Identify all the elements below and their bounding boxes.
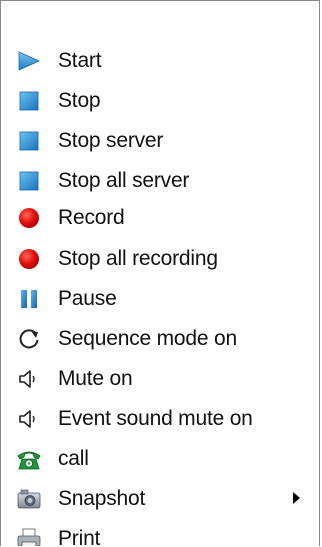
menu-item-call[interactable]: call xyxy=(1,439,319,479)
submenu-arrow-icon xyxy=(293,492,300,504)
menu-item-snapshot[interactable]: Snapshot xyxy=(1,479,319,519)
menu-item-label: Stop xyxy=(58,89,101,112)
stop-icon xyxy=(15,128,43,154)
stop-icon xyxy=(15,168,43,194)
menu-item-label: Stop all server xyxy=(58,169,190,192)
camera-icon xyxy=(15,486,43,512)
menu-item-label: Print xyxy=(58,527,101,546)
menu-item-sequence-mode-on[interactable]: Sequence mode on xyxy=(1,319,319,359)
menu-item-start[interactable]: Start xyxy=(1,41,319,81)
play-icon xyxy=(15,48,43,74)
menu-item-stop-server[interactable]: Stop server xyxy=(1,121,319,161)
menu-item-record[interactable]: Record xyxy=(1,198,319,238)
speaker-icon xyxy=(15,366,43,392)
menu-item-label: Sequence mode on xyxy=(58,327,237,350)
menu-item-stop-all-server[interactable]: Stop all server xyxy=(1,161,319,201)
speaker-icon xyxy=(15,406,43,432)
menu-item-label: call xyxy=(58,447,89,470)
record-icon xyxy=(15,246,43,272)
rotate-arrow-icon xyxy=(15,326,43,352)
menu-item-print[interactable]: Print xyxy=(1,519,319,546)
menu-item-label: Stop all recording xyxy=(58,247,218,270)
menu-item-label: Mute on xyxy=(58,367,133,390)
menu-item-event-sound-mute-on[interactable]: Event sound mute on xyxy=(1,399,319,439)
context-menu: Start Stop Stop server Stop all server R… xyxy=(0,0,320,546)
menu-item-label: Event sound mute on xyxy=(58,407,253,430)
menu-item-label: Snapshot xyxy=(58,487,146,510)
menu-item-label: Record xyxy=(58,206,125,229)
menu-item-stop-all-recording[interactable]: Stop all recording xyxy=(1,239,319,279)
record-icon xyxy=(15,205,43,231)
stop-icon xyxy=(15,88,43,114)
menu-item-stop[interactable]: Stop xyxy=(1,81,319,121)
menu-item-label: Stop server xyxy=(58,129,164,152)
menu-item-mute-on[interactable]: Mute on xyxy=(1,359,319,399)
pause-icon xyxy=(15,286,43,312)
printer-icon xyxy=(15,526,43,546)
menu-item-label: Start xyxy=(58,49,102,72)
menu-item-label: Pause xyxy=(58,287,117,310)
menu-item-pause[interactable]: Pause xyxy=(1,279,319,319)
telephone-icon xyxy=(15,446,43,472)
